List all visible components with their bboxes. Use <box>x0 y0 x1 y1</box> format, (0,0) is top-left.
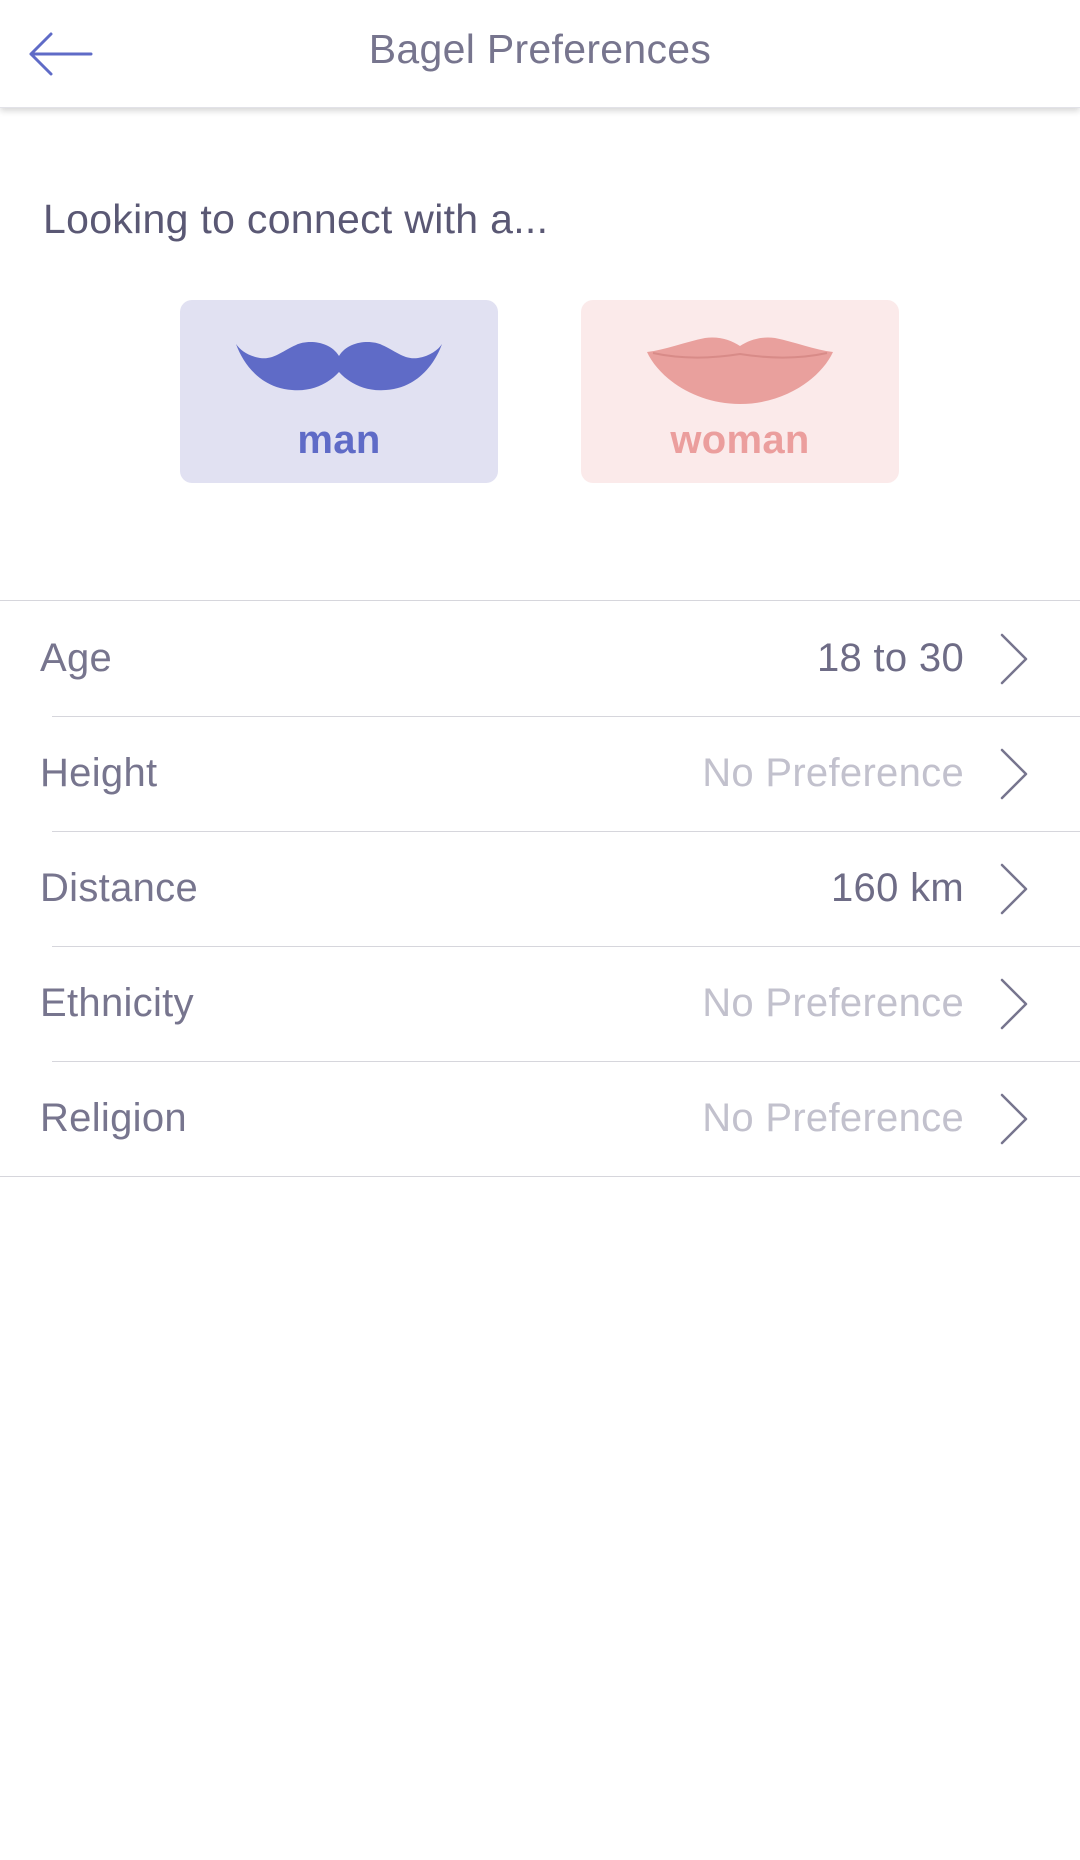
chevron-right-icon <box>1000 748 1028 800</box>
chevron-right-icon <box>1000 633 1028 685</box>
gender-label-man: man <box>297 418 381 462</box>
preference-row-age[interactable]: Age 18 to 30 <box>0 601 1080 716</box>
preference-label: Height <box>40 751 158 795</box>
preference-label: Ethnicity <box>40 981 194 1025</box>
app-header: Bagel Preferences <box>0 0 1080 108</box>
preference-row-distance[interactable]: Distance 160 km <box>0 831 1080 946</box>
preference-row-religion[interactable]: Religion No Preference <box>0 1061 1080 1176</box>
gender-option-woman[interactable]: woman <box>581 300 899 483</box>
preference-row-ethnicity[interactable]: Ethnicity No Preference <box>0 946 1080 1061</box>
mustache-icon <box>236 342 442 391</box>
page-title: Bagel Preferences <box>368 26 712 72</box>
preference-value: No Preference <box>702 1096 964 1140</box>
gender-option-man[interactable]: man <box>180 300 498 483</box>
lips-icon <box>647 337 833 404</box>
preference-label: Age <box>40 636 113 680</box>
chevron-right-icon <box>1000 978 1028 1030</box>
preferences-list: Age 18 to 30 Height No Preference Distan… <box>0 600 1080 1177</box>
chevron-right-icon <box>1000 863 1028 915</box>
preference-value: 18 to 30 <box>817 636 964 680</box>
preference-label: Religion <box>40 1096 187 1140</box>
chevron-right-icon <box>1000 1093 1028 1145</box>
connect-prompt: Looking to connect with a... <box>43 196 549 242</box>
preference-value: No Preference <box>702 751 964 795</box>
preference-row-height[interactable]: Height No Preference <box>0 716 1080 831</box>
gender-label-woman: woman <box>670 418 810 462</box>
preference-value: No Preference <box>702 981 964 1025</box>
preference-value: 160 km <box>831 866 964 910</box>
preference-label: Distance <box>40 866 199 910</box>
